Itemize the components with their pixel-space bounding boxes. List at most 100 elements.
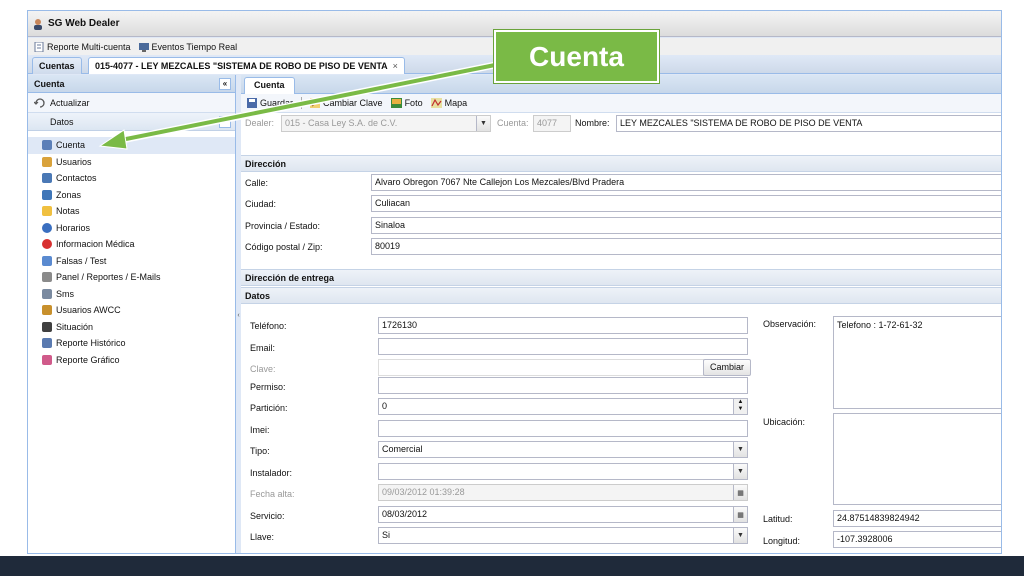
chevron-down-icon[interactable]: ▼ — [733, 442, 747, 457]
city-field[interactable]: Culiacan — [371, 195, 1001, 212]
user-icon — [34, 18, 42, 30]
data-section-header: Datos — [241, 287, 1001, 304]
longitude-field[interactable]: -107.3928006 — [833, 531, 1001, 548]
sidebar-item-zonas[interactable]: Zonas — [28, 187, 235, 204]
sidebar-header: Cuenta « — [28, 75, 235, 93]
sidebar-title: Cuenta — [34, 78, 65, 89]
key-field[interactable] — [378, 359, 704, 376]
partition-label: Partición: — [250, 403, 288, 413]
sidebar-item-contactos[interactable]: Contactos — [28, 170, 235, 187]
zip-field[interactable]: 80019 — [371, 238, 1001, 255]
state-label: Provincia / Estado: — [245, 221, 321, 231]
sidebar-item-reporte-historico[interactable]: Reporte Histórico — [28, 335, 235, 352]
tab-cuentas[interactable]: Cuentas — [32, 57, 82, 74]
created-date-label: Fecha alta: — [250, 489, 295, 499]
observation-textarea[interactable]: Telefono : 1-72-61-32 — [833, 316, 1001, 409]
sidebar-item-falsas-test[interactable]: Falsas / Test — [28, 253, 235, 270]
multi-account-report-button[interactable]: Reporte Multi-cuenta — [34, 41, 131, 52]
clock-icon — [42, 222, 52, 233]
chevron-down-icon[interactable]: ▼ — [733, 464, 747, 479]
refresh-button[interactable]: Actualizar — [28, 93, 235, 113]
email-label: Email: — [250, 343, 276, 353]
medical-icon — [42, 239, 52, 250]
action-toolbar: Guardar Cambiar Clave Foto Mapa — [241, 94, 1001, 113]
realtime-events-button[interactable]: Eventos Tiempo Real — [138, 42, 237, 52]
installer-select[interactable]: ▼ — [378, 463, 748, 480]
users-icon — [42, 156, 52, 167]
app-title: SG Web Dealer — [48, 18, 120, 29]
situation-icon — [42, 321, 52, 332]
zones-icon — [42, 189, 52, 200]
sidebar-group-datos[interactable]: Datos − — [28, 113, 235, 131]
city-label: Ciudad: — [245, 199, 277, 209]
zip-label: Código postal / Zip: — [245, 242, 323, 252]
type-select[interactable]: Comercial ▼ — [378, 441, 748, 458]
sidebar-item-cuenta[interactable]: Cuenta — [28, 137, 235, 154]
monitor-icon — [138, 42, 149, 52]
panel-icon — [42, 272, 52, 283]
account-number-field[interactable]: 4077 — [533, 115, 571, 132]
latitude-field[interactable]: 24.87514839824942 — [833, 510, 1001, 527]
tab-account[interactable]: 015-4077 - LEY MEZCALES "SISTEMA DE ROBO… — [88, 57, 405, 74]
close-icon[interactable]: × — [393, 61, 398, 71]
key2-select[interactable]: Si ▼ — [378, 527, 748, 544]
email-field[interactable] — [378, 338, 748, 355]
change-key-button[interactable]: Cambiar Clave — [310, 98, 383, 108]
notes-icon — [42, 206, 52, 217]
group-toggle-button[interactable]: − — [219, 115, 231, 128]
phone-label: Teléfono: — [250, 321, 287, 331]
imei-label: Imei: — [250, 425, 270, 435]
partition-stepper[interactable]: 0 ▲ ▼ — [378, 398, 748, 415]
sidebar-item-usuarios[interactable]: Usuarios — [28, 154, 235, 171]
name-field[interactable]: LEY MEZCALES "SISTEMA DE ROBO DE PISO DE… — [616, 115, 1001, 132]
address-section-header: Dirección — [241, 155, 1001, 172]
collapse-button[interactable]: « — [219, 77, 231, 90]
dealer-select[interactable]: 015 - Casa Ley S.A. de C.V. ▼ — [281, 115, 491, 132]
map-button[interactable]: Mapa — [430, 98, 467, 108]
awcc-users-icon — [42, 305, 52, 316]
save-button[interactable]: Guardar — [247, 98, 293, 108]
sidebar-item-situacion[interactable]: Situación — [28, 319, 235, 336]
installer-label: Instalador: — [250, 468, 293, 478]
tab-cuenta[interactable]: Cuenta — [244, 77, 295, 94]
main-panel: Cuenta Guardar Cambiar Clave Foto Mapa D… — [241, 75, 1001, 553]
sidebar-item-informacion-medica[interactable]: Informacion Médica — [28, 236, 235, 253]
longitude-label: Longitud: — [763, 536, 801, 546]
sidebar-item-horarios[interactable]: Horarios — [28, 220, 235, 237]
toolbar-separator — [301, 97, 303, 109]
map-icon — [430, 98, 442, 108]
wrench-icon — [42, 255, 52, 266]
phone-field[interactable]: 1726130 — [378, 317, 748, 334]
observation-label: Observación: — [763, 319, 817, 329]
service-date-field[interactable]: 08/03/2012 ▦ — [378, 506, 748, 523]
spinner-arrows-icon[interactable]: ▲ ▼ — [733, 399, 747, 414]
name-label: Nombre: — [575, 118, 610, 128]
dealer-label: Dealer: — [245, 118, 275, 128]
delivery-section-header[interactable]: Dirección de entrega — [241, 269, 1001, 286]
location-textarea[interactable] — [833, 413, 1001, 505]
permit-label: Permiso: — [250, 382, 286, 392]
street-field[interactable]: Alvaro Obregon 7067 Nte Callejon Los Mez… — [371, 174, 1001, 191]
change-button[interactable]: Cambiar — [703, 359, 752, 376]
slide-footer-band — [0, 556, 1024, 576]
sidebar-item-usuarios-awcc[interactable]: Usuarios AWCC — [28, 302, 235, 319]
dealer-row: Dealer: 015 - Casa Ley S.A. de C.V. ▼ Cu… — [241, 113, 1001, 135]
service-label: Servicio: — [250, 511, 285, 521]
calendar-icon: ▦ — [733, 485, 747, 500]
sidebar: Cuenta « Actualizar Datos − Cuenta Usuar… — [28, 75, 236, 553]
photo-icon — [390, 98, 402, 108]
chevron-down-icon[interactable]: ▼ — [476, 116, 490, 131]
sidebar-item-reporte-grafico[interactable]: Reporte Gráfico — [28, 352, 235, 369]
chart-report-icon — [42, 354, 52, 365]
save-icon — [247, 98, 257, 108]
state-field[interactable]: Sinaloa — [371, 217, 1001, 234]
permit-field[interactable] — [378, 377, 748, 394]
latitude-label: Latitud: — [763, 514, 793, 524]
sidebar-item-sms[interactable]: Sms — [28, 286, 235, 303]
chevron-down-icon[interactable]: ▼ — [733, 528, 747, 543]
calendar-icon[interactable]: ▦ — [733, 507, 747, 522]
photo-button[interactable]: Foto — [390, 98, 423, 108]
imei-field[interactable] — [378, 420, 748, 437]
sidebar-item-notas[interactable]: Notas — [28, 203, 235, 220]
sidebar-item-panel-reportes[interactable]: Panel / Reportes / E-Mails — [28, 269, 235, 286]
